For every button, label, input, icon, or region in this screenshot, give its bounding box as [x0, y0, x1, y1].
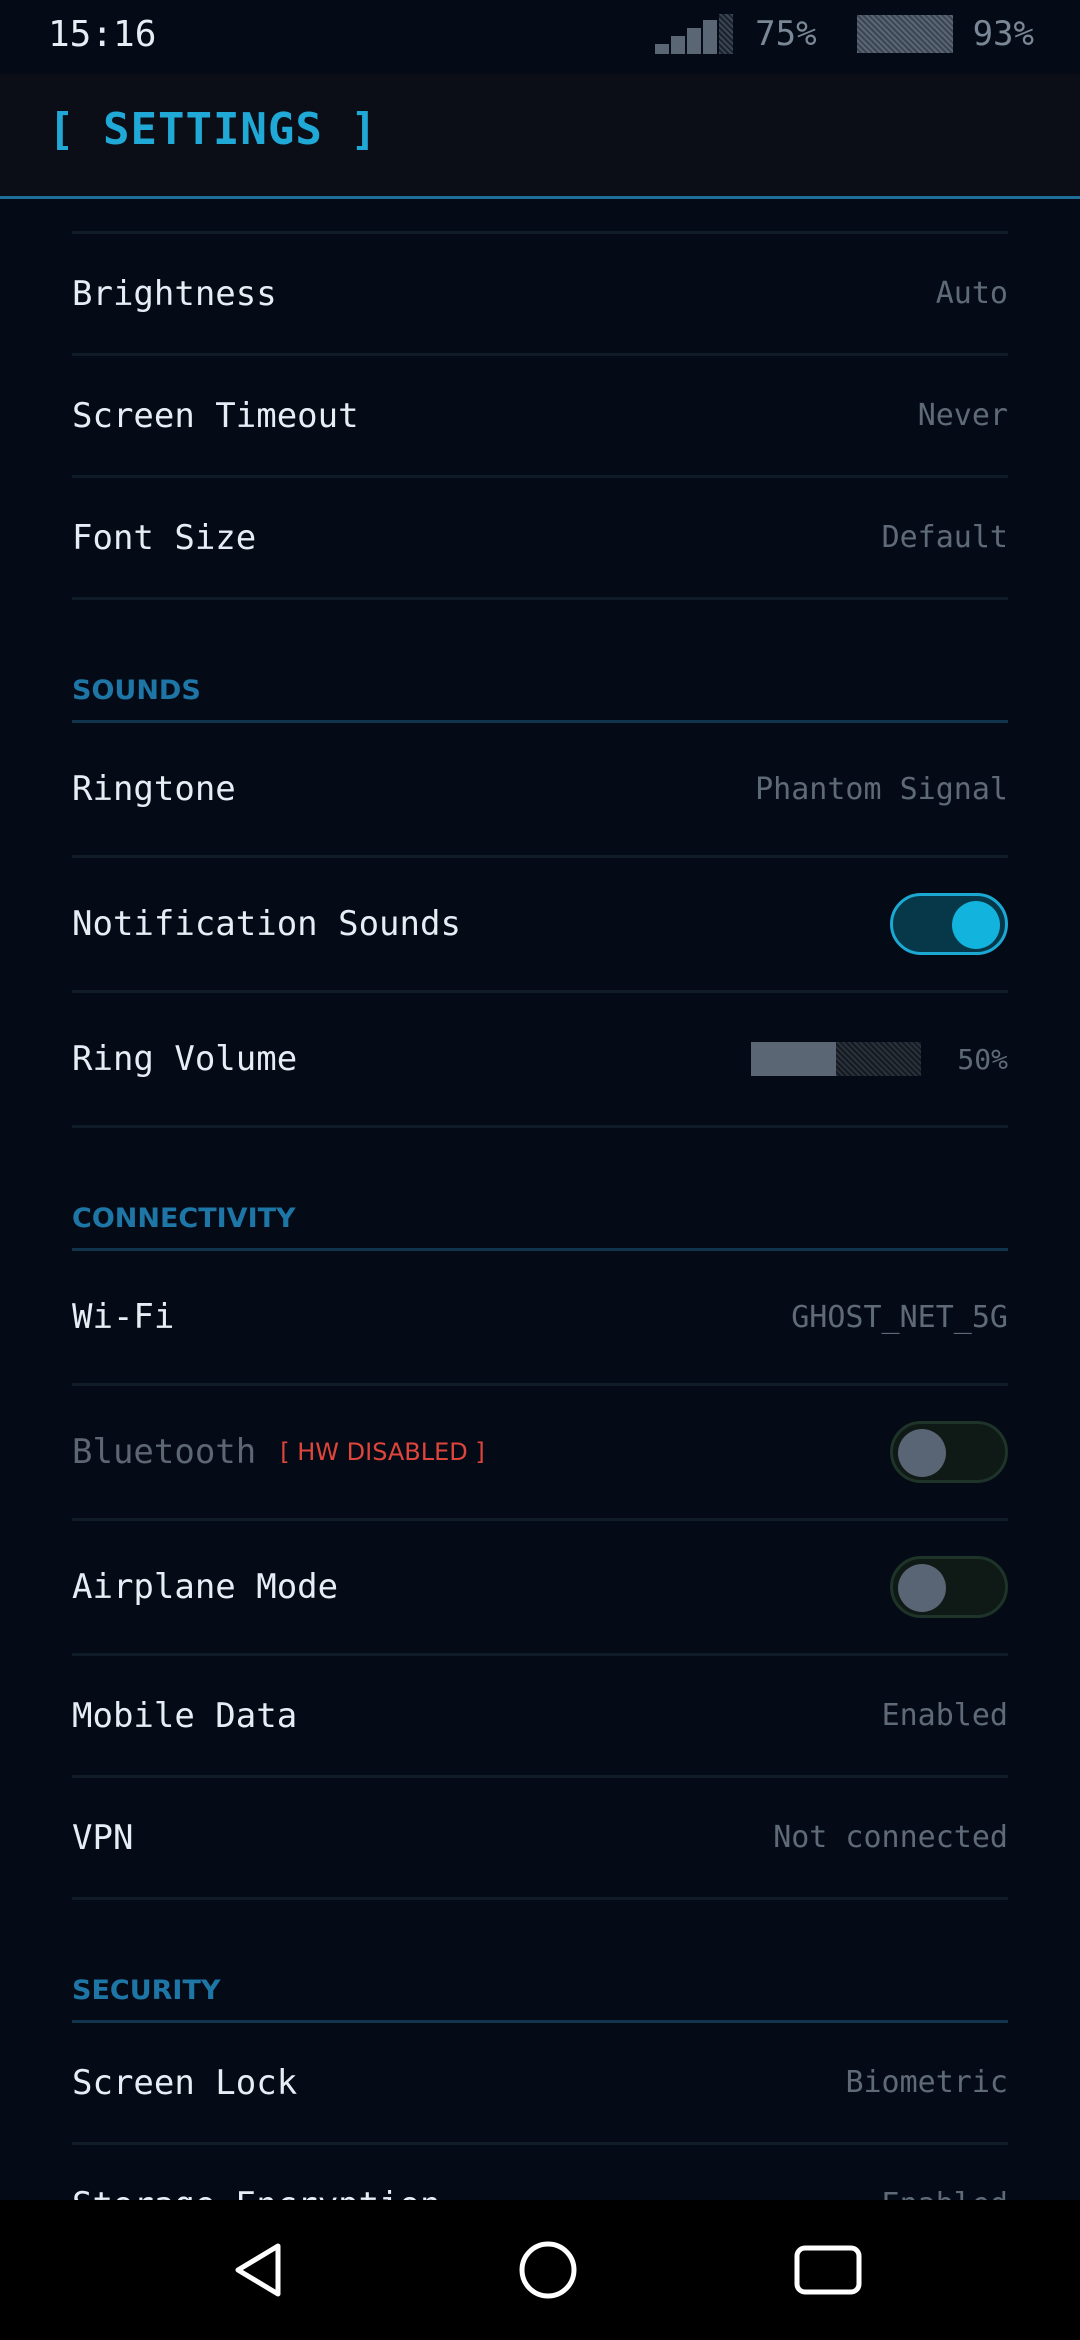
volume-value: 50%: [957, 1042, 1008, 1076]
setting-value: Not connected: [773, 1820, 1008, 1855]
page-title: [ SETTINGS ]: [48, 104, 378, 155]
airplane-mode-toggle[interactable]: [890, 1556, 1008, 1618]
back-icon: [235, 2243, 281, 2297]
setting-label: Storage Encryption: [72, 2185, 440, 2201]
setting-label: Notification Sounds: [72, 904, 461, 944]
recents-icon: [794, 2245, 862, 2295]
setting-ring-volume[interactable]: Ring Volume 50%: [72, 993, 1008, 1128]
setting-label: Airplane Mode: [72, 1567, 339, 1607]
setting-vpn[interactable]: VPN Not connected: [72, 1778, 1008, 1900]
setting-label: Bluetooth: [72, 1432, 257, 1472]
setting-airplane-mode[interactable]: Airplane Mode: [72, 1521, 1008, 1656]
status-indicators: 75% 93%: [655, 14, 1034, 54]
volume-fill: [751, 1042, 837, 1076]
setting-value: Enabled: [882, 2187, 1008, 2200]
setting-bluetooth: Bluetooth [ HW DISABLED ]: [72, 1386, 1008, 1521]
back-button[interactable]: [190, 2200, 330, 2340]
setting-value: Enabled: [881, 1698, 1008, 1733]
toggle-knob: [898, 1429, 946, 1477]
setting-label: Screen Timeout: [72, 395, 359, 436]
setting-value: Default: [881, 520, 1008, 555]
setting-value: GHOST_NET_5G: [791, 1299, 1008, 1335]
setting-label: Screen Lock: [72, 2062, 298, 2103]
notification-sounds-toggle[interactable]: [890, 893, 1008, 955]
setting-mobile-data[interactable]: Mobile Data Enabled: [72, 1656, 1008, 1778]
recents-button[interactable]: [758, 2200, 898, 2340]
signal-icon: [655, 14, 735, 54]
setting-label: Wi-Fi: [72, 1297, 175, 1337]
setting-screen-timeout[interactable]: Screen Timeout Never: [72, 356, 1008, 478]
toggle-knob: [898, 1564, 946, 1612]
setting-storage-encryption[interactable]: Storage Encryption Enabled: [72, 2145, 1008, 2201]
status-bar: 15:16 75% 93%: [0, 0, 1080, 74]
app-bar: [ SETTINGS ]: [0, 74, 1080, 199]
section-title: SECURITY: [72, 1975, 221, 2006]
setting-label: VPN: [72, 1817, 134, 1858]
setting-screen-lock[interactable]: Screen Lock Biometric: [72, 2023, 1008, 2145]
setting-label: Brightness: [72, 273, 277, 314]
volume-slider[interactable]: [751, 1042, 922, 1076]
settings-list[interactable]: Brightness Auto Screen Timeout Never Fon…: [72, 199, 1008, 2200]
home-button[interactable]: [478, 2200, 618, 2340]
setting-ringtone[interactable]: Ringtone Phantom Signal: [72, 723, 1008, 858]
status-time: 15:16: [48, 14, 157, 55]
setting-brightness[interactable]: Brightness Auto: [72, 234, 1008, 356]
setting-value: Auto: [935, 276, 1008, 311]
setting-notification-sounds[interactable]: Notification Sounds: [72, 858, 1008, 993]
setting-value: Never: [917, 398, 1008, 433]
section-title: SOUNDS: [72, 675, 201, 706]
setting-label: Ringtone: [72, 769, 236, 809]
setting-label: Ring Volume: [72, 1039, 298, 1079]
setting-wifi[interactable]: Wi-Fi GHOST_NET_5G: [72, 1251, 1008, 1386]
setting-font-size[interactable]: Font Size Default: [72, 478, 1008, 600]
signal-percent: 75%: [755, 14, 817, 54]
home-icon: [519, 2241, 577, 2299]
list-item-partial: [72, 199, 1008, 234]
section-header-sounds: SOUNDS: [72, 600, 1008, 723]
toggle-knob: [952, 901, 1000, 949]
battery-percent: 93%: [972, 14, 1034, 54]
section-header-connectivity: CONNECTIVITY: [72, 1128, 1008, 1251]
setting-value: Biometric: [845, 2065, 1008, 2100]
ring-volume-control[interactable]: 50%: [751, 1042, 1008, 1076]
battery-icon: [856, 15, 953, 53]
setting-label: Font Size: [72, 517, 257, 558]
section-title: CONNECTIVITY: [72, 1203, 296, 1234]
navigation-bar: [0, 2200, 1080, 2340]
setting-label: Mobile Data: [72, 1695, 298, 1736]
bluetooth-toggle: [890, 1421, 1008, 1483]
hw-disabled-badge: [ HW DISABLED ]: [280, 1438, 485, 1466]
setting-value: Phantom Signal: [755, 771, 1008, 807]
section-header-security: SECURITY: [72, 1900, 1008, 2023]
